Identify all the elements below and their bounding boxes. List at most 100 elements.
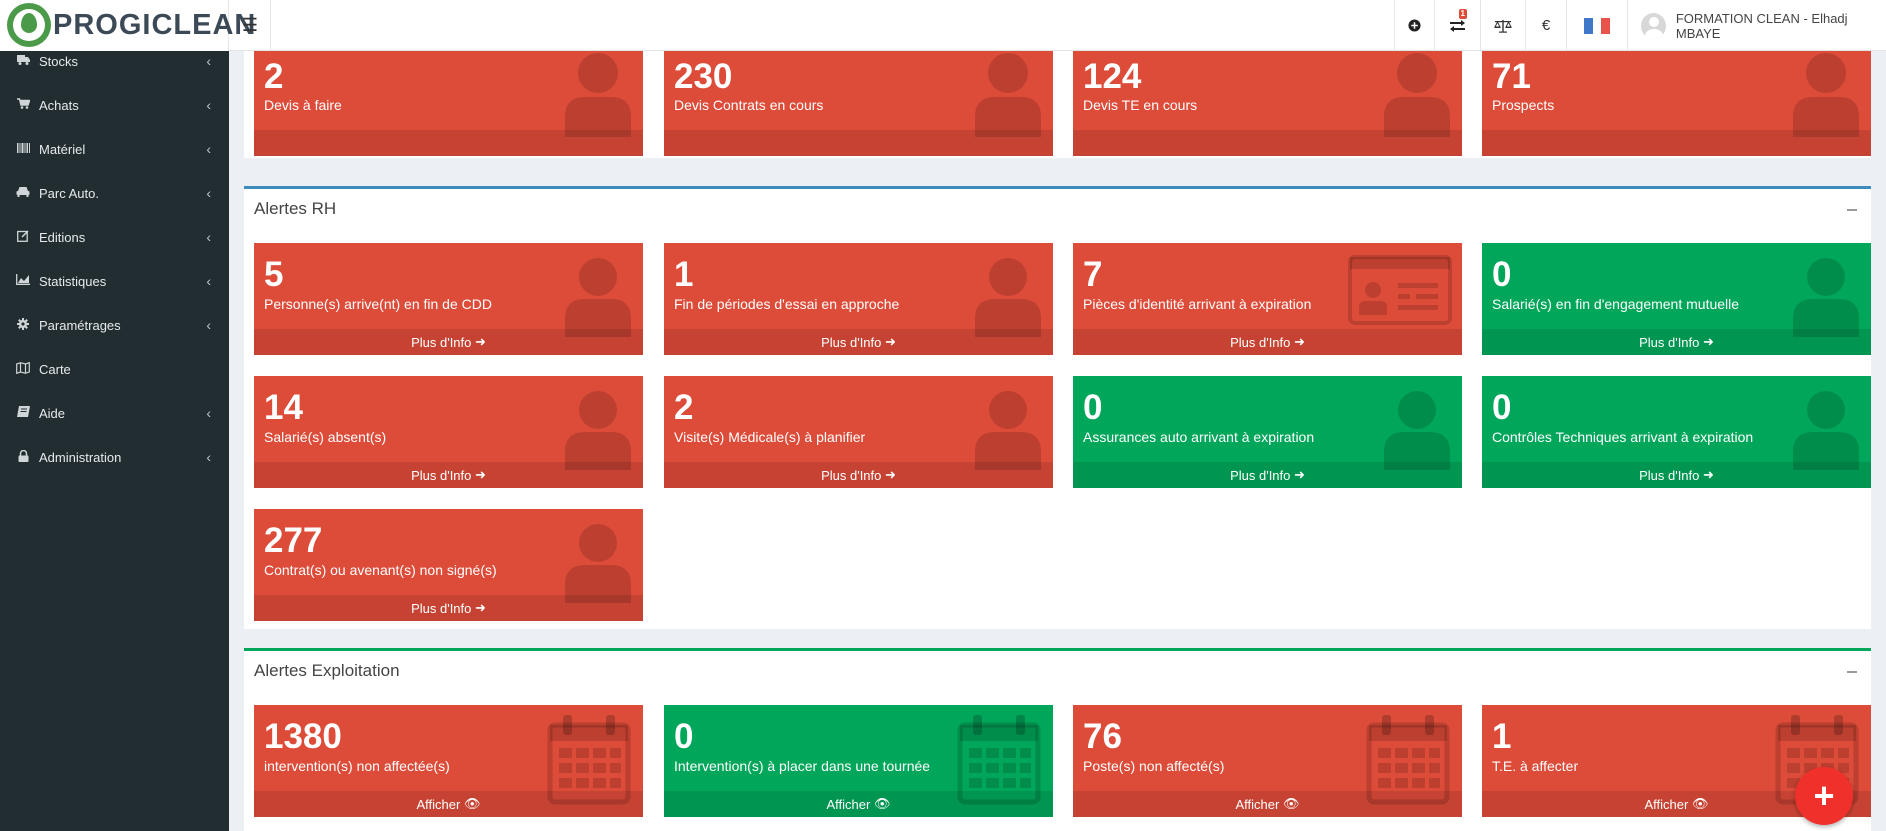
user-icon — [1793, 391, 1859, 470]
show-link[interactable]: Afficher 👁 — [664, 791, 1053, 817]
language-button[interactable] — [1566, 0, 1627, 51]
hamburger-icon: ☰ — [241, 15, 259, 35]
user-icon — [975, 53, 1041, 137]
menu-toggle-button[interactable]: ☰ — [230, 0, 271, 51]
sidebar-item-editions[interactable]: Editions ‹ — [0, 215, 229, 259]
balance-scale-icon — [1494, 19, 1512, 33]
arrow-circle-right-icon: ➜ — [1703, 334, 1714, 349]
top-navbar: PROGICLEAN ☰ 1 € FORMATION CLEAN - Elhad… — [0, 0, 1886, 51]
chevron-left-icon: ‹ — [206, 317, 211, 333]
stat-tile[interactable]: 0 Contrôles Techniques arrivant à expira… — [1482, 376, 1871, 488]
sidebar-item-parametrages[interactable]: Paramétrages ‹ — [0, 303, 229, 347]
tile-value: 1380 — [264, 717, 342, 756]
sidebar-item-carte[interactable]: Carte — [0, 347, 229, 391]
user-name: FORMATION CLEAN - Elhadj MBAYE — [1675, 10, 1848, 41]
tile-value: 2 — [674, 388, 694, 427]
more-info-link[interactable]: Plus d'Info ➜ — [1073, 462, 1462, 488]
show-link[interactable]: Afficher 👁 — [1073, 791, 1462, 817]
sidebar-item-label: Aide — [39, 405, 66, 421]
footer-label: Plus d'Info — [821, 334, 882, 350]
chevron-left-icon: ‹ — [206, 449, 211, 465]
stat-tile[interactable]: 0 Salarié(s) en fin d'engagement mutuell… — [1482, 243, 1871, 355]
sidebar-item-parc-auto[interactable]: Parc Auto. ‹ — [0, 171, 229, 215]
currency-button[interactable]: € — [1525, 0, 1566, 51]
user-icon — [565, 53, 631, 137]
stat-tile[interactable]: 1 Fin de périodes d'essai en approche Pl… — [664, 243, 1053, 355]
chevron-left-icon: ‹ — [206, 185, 211, 201]
footer-label: Plus d'Info — [1639, 334, 1700, 350]
more-info-link[interactable]: Plus d'Info ➜ — [1482, 329, 1871, 355]
tile-label: Prospects — [1492, 97, 1555, 113]
eye-icon: 👁 — [873, 796, 891, 811]
collapse-icon[interactable] — [1847, 209, 1857, 211]
footer-label: Plus d'Info — [1639, 467, 1700, 483]
show-link[interactable]: Afficher 👁 — [254, 791, 643, 817]
sidebar-item-stocks[interactable]: Stocks ‹ — [0, 39, 229, 83]
sidebar: Stocks ‹ Achats ‹ Matériel ‹ Parc Auto. … — [0, 51, 229, 831]
sidebar-item-statistiques[interactable]: Statistiques ‹ — [0, 259, 229, 303]
sidebar-item-aide[interactable]: Aide ‹ — [0, 391, 229, 435]
tile-value: 5 — [264, 255, 284, 294]
tasks-button[interactable]: 1 — [1434, 0, 1480, 51]
footer-label: Plus d'Info — [821, 467, 882, 483]
user-icon — [1793, 53, 1859, 137]
commercial-alerts-box: 2 Devis à faire 230 Devis Contrats en co… — [244, 51, 1871, 158]
eye-icon: 👁 — [1282, 796, 1300, 811]
stat-tile[interactable]: 230 Devis Contrats en cours — [664, 51, 1053, 156]
more-info-link[interactable]: Plus d'Info ➜ — [664, 329, 1053, 355]
stat-tile[interactable]: 1380 intervention(s) non affectée(s) Aff… — [254, 705, 643, 817]
arrow-circle-right-icon: ➜ — [1294, 334, 1305, 349]
tile-value: 7 — [1083, 255, 1103, 294]
floating-add-button[interactable]: + — [1795, 767, 1853, 825]
box-title: Alertes RH — [254, 199, 337, 218]
footer-label: Plus d'Info — [411, 334, 472, 350]
stat-tile[interactable]: 0 Assurances auto arrivant à expiration … — [1073, 376, 1462, 488]
logo-text: PROGICLEAN — [53, 9, 257, 41]
map-icon — [16, 361, 30, 377]
exploitation-alerts-box: Alertes Exploitation 1380 intervention(s… — [244, 648, 1871, 831]
stat-tile[interactable]: 76 Poste(s) non affecté(s) Afficher 👁 — [1073, 705, 1462, 817]
sidebar-item-administration[interactable]: Administration ‹ — [0, 435, 229, 479]
tile-value: 14 — [264, 388, 303, 427]
eye-icon: 👁 — [463, 796, 481, 811]
stat-tile[interactable]: 2 Devis à faire — [254, 51, 643, 156]
eye-icon: 👁 — [1691, 796, 1709, 811]
tile-label: Personne(s) arrive(nt) en fin de CDD — [264, 296, 492, 312]
stat-tile[interactable]: 5 Personne(s) arrive(nt) en fin de CDD P… — [254, 243, 643, 355]
stat-tile[interactable]: 0 Intervention(s) à placer dans une tour… — [664, 705, 1053, 817]
barcode-icon — [16, 142, 30, 156]
chevron-left-icon: ‹ — [206, 229, 211, 245]
chevron-left-icon: ‹ — [206, 141, 211, 157]
stat-tile[interactable]: 7 Pièces d'identité arrivant à expiratio… — [1073, 243, 1462, 355]
sidebar-item-achats[interactable]: Achats ‹ — [0, 83, 229, 127]
notification-badge: 1 — [1458, 9, 1467, 19]
tile-label: Pièces d'identité arrivant à expiration — [1083, 296, 1312, 312]
balance-button[interactable] — [1480, 0, 1525, 51]
stat-tile[interactable]: 71 Prospects — [1482, 51, 1871, 156]
arrow-circle-right-icon: ➜ — [885, 334, 896, 349]
stat-tile[interactable]: 277 Contrat(s) ou avenant(s) non signé(s… — [254, 509, 643, 621]
avatar — [1641, 12, 1666, 39]
sidebar-item-materiel[interactable]: Matériel ‹ — [0, 127, 229, 171]
more-info-link[interactable]: Plus d'Info ➜ — [1482, 462, 1871, 488]
stat-tile[interactable]: 124 Devis TE en cours — [1073, 51, 1462, 156]
truck-icon — [16, 54, 30, 68]
more-info-link[interactable]: Plus d'Info ➜ — [664, 462, 1053, 488]
collapse-icon[interactable] — [1847, 671, 1857, 673]
tile-value: 0 — [1492, 255, 1512, 294]
id-card-icon — [1348, 255, 1452, 325]
cart-icon — [16, 98, 31, 112]
more-info-link[interactable]: Plus d'Info ➜ — [254, 595, 643, 621]
more-info-link[interactable]: Plus d'Info ➜ — [254, 462, 643, 488]
tile-value: 0 — [1083, 388, 1103, 427]
more-info-link[interactable]: Plus d'Info ➜ — [254, 329, 643, 355]
sidebar-item-label: Statistiques — [39, 273, 107, 289]
more-info-link[interactable]: Plus d'Info ➜ — [1073, 329, 1462, 355]
add-button[interactable] — [1394, 0, 1434, 51]
sidebar-item-label: Parc Auto. — [39, 185, 99, 201]
user-icon — [565, 258, 631, 337]
stat-tile[interactable]: 14 Salarié(s) absent(s) Plus d'Info ➜ — [254, 376, 643, 488]
user-menu[interactable]: FORMATION CLEAN - Elhadj MBAYE — [1627, 0, 1886, 51]
tile-label: Visite(s) Médicale(s) à planifier — [674, 429, 866, 445]
stat-tile[interactable]: 2 Visite(s) Médicale(s) à planifier Plus… — [664, 376, 1053, 488]
